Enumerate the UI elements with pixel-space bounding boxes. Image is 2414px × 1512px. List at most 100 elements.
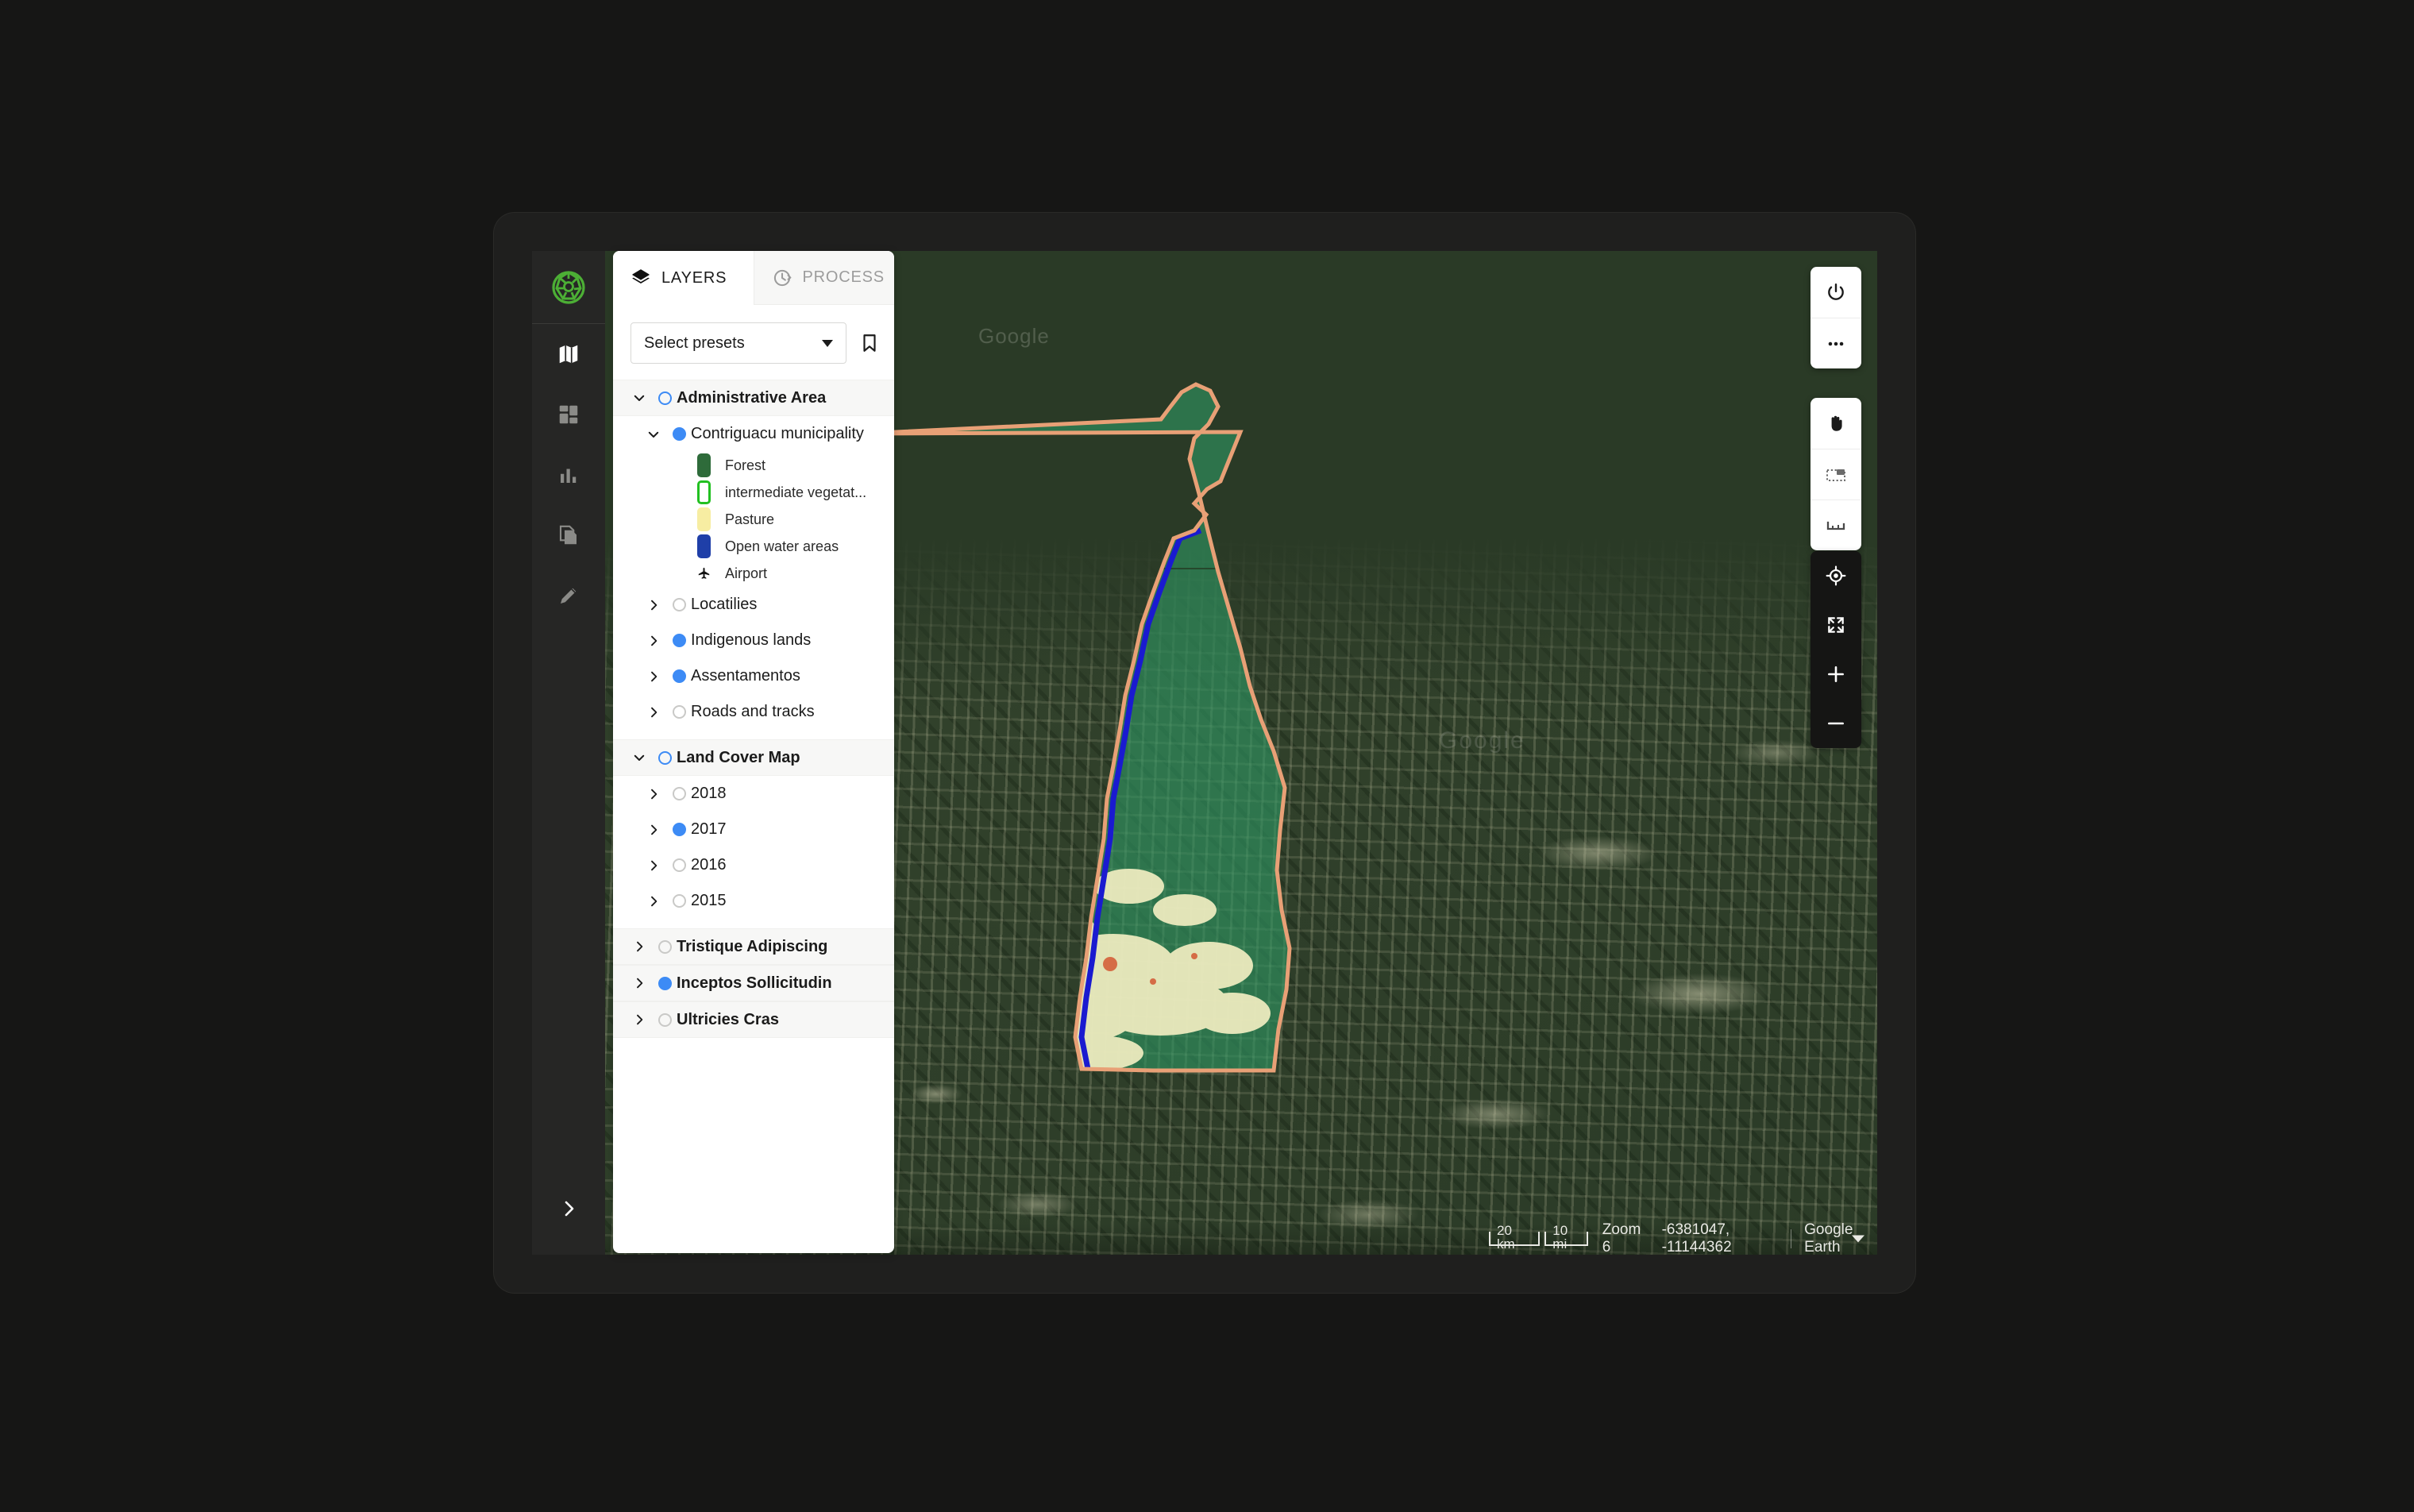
chevron-right-icon[interactable] — [640, 706, 667, 719]
more-options-button[interactable] — [1811, 318, 1861, 368]
layer-item-roads-and-tracks[interactable]: Roads and tracks — [613, 694, 894, 730]
presets-row: Select presets — [613, 305, 894, 380]
chevron-right-icon[interactable] — [640, 599, 667, 611]
chevron-right-icon[interactable] — [640, 824, 667, 836]
layer-group-label: Inceptos Sollicitudin — [677, 974, 832, 992]
locate-target-icon — [1826, 565, 1846, 586]
layer-visibility-toggle[interactable] — [667, 634, 691, 647]
layer-item-2018[interactable]: 2018 — [613, 776, 894, 812]
layer-tree: Administrative Area Contriguacu municipa… — [613, 380, 894, 1253]
presets-select[interactable]: Select presets — [630, 322, 846, 364]
layer-visibility-toggle[interactable] — [653, 939, 677, 954]
tab-layers[interactable]: LAYERS — [613, 251, 754, 305]
coordinates-label: -6381047, -11144362 — [1661, 1221, 1732, 1255]
chevron-right-icon[interactable] — [640, 670, 667, 683]
chevron-right-icon[interactable] — [640, 634, 667, 647]
layer-visibility-toggle[interactable] — [667, 858, 691, 872]
map-tools-primary — [1811, 267, 1861, 368]
rail-item-analytics[interactable] — [532, 445, 605, 505]
chevron-right-icon[interactable] — [626, 940, 653, 953]
documents-icon — [559, 525, 577, 545]
legend-item-intermediate-vegetation: intermediate vegetat... — [613, 479, 894, 506]
power-icon — [1828, 284, 1844, 300]
presets-value: Select presets — [644, 334, 745, 352]
layer-visibility-toggle[interactable] — [667, 894, 691, 908]
chevron-right-icon[interactable] — [640, 895, 667, 908]
layer-group-tristique-adipiscing[interactable]: Tristique Adipiscing — [613, 928, 894, 965]
layer-visibility-toggle[interactable] — [653, 1012, 677, 1027]
layer-group-label: Administrative Area — [677, 388, 827, 407]
scale-bar-mi: 10 mi — [1544, 1224, 1588, 1251]
layer-item-locatilies[interactable]: Locatilies — [613, 587, 894, 623]
layer-item-indigenous-lands[interactable]: Indigenous lands — [613, 623, 894, 658]
layer-visibility-toggle[interactable] — [667, 598, 691, 611]
layer-item-label: Contriguacu municipality — [691, 425, 864, 442]
chevron-right-icon[interactable] — [626, 977, 653, 989]
map-tools-draw — [1811, 398, 1861, 550]
legend-label: intermediate vegetat... — [725, 484, 867, 500]
fullscreen-button[interactable] — [1811, 600, 1861, 650]
layer-item-2017[interactable]: 2017 — [613, 812, 894, 847]
layer-group-label: Ultricies Cras — [677, 1010, 779, 1028]
layer-visibility-toggle[interactable] — [667, 427, 691, 441]
layer-item-2016[interactable]: 2016 — [613, 847, 894, 883]
power-button[interactable] — [1811, 267, 1861, 318]
rail-item-edit[interactable] — [532, 565, 605, 626]
layer-group-ultricies-cras[interactable]: Ultricies Cras — [613, 1001, 894, 1038]
select-box-icon — [1826, 469, 1845, 481]
left-icon-rail — [532, 251, 605, 1255]
layer-item-label: 2016 — [691, 856, 727, 874]
legend-item-forest: Forest — [613, 452, 894, 479]
rail-item-dashboard[interactable] — [532, 384, 605, 445]
layer-visibility-toggle[interactable] — [653, 391, 677, 405]
chevron-down-icon[interactable] — [626, 750, 653, 765]
layer-item-contriguacu-municipality[interactable]: Contriguacu municipality — [613, 416, 894, 452]
select-box-button[interactable] — [1811, 449, 1861, 499]
locate-button[interactable] — [1811, 551, 1861, 600]
map-provider-label: Google Earth — [1804, 1221, 1853, 1255]
rail-item-documents[interactable] — [532, 505, 605, 565]
rail-expand-button[interactable] — [532, 1185, 605, 1232]
chevron-down-icon[interactable] — [626, 391, 653, 405]
dashboard-icon — [559, 405, 578, 424]
layer-visibility-toggle[interactable] — [653, 976, 677, 990]
measure-tool-button[interactable] — [1811, 499, 1861, 550]
layer-item-label: 2018 — [691, 785, 727, 802]
zoom-out-button[interactable] — [1811, 699, 1861, 748]
layer-group-label: Land Cover Map — [677, 748, 800, 766]
chevron-down-icon — [822, 339, 833, 347]
layer-visibility-toggle[interactable] — [653, 750, 677, 765]
layer-item-2015[interactable]: 2015 — [613, 883, 894, 919]
layers-icon — [632, 269, 650, 284]
legend-swatch — [697, 534, 711, 558]
layer-item-label: Indigenous lands — [691, 631, 812, 649]
layer-visibility-toggle[interactable] — [667, 823, 691, 836]
layer-item-label: Locatilies — [691, 596, 758, 613]
layer-item-label: Roads and tracks — [691, 703, 815, 720]
layers-panel: LAYERS PROCESS Select presets Administra… — [613, 251, 894, 1253]
chevron-down-icon[interactable] — [640, 427, 667, 442]
map-tools-navigation — [1811, 551, 1861, 748]
caret-down-icon[interactable] — [1852, 1235, 1864, 1243]
layer-visibility-toggle[interactable] — [667, 705, 691, 719]
zoom-in-button[interactable] — [1811, 650, 1861, 699]
pan-tool-button[interactable] — [1811, 398, 1861, 449]
rail-item-map[interactable] — [532, 324, 605, 384]
layer-visibility-toggle[interactable] — [667, 669, 691, 683]
tab-process-label: PROCESS — [802, 268, 885, 286]
bar-chart-icon — [561, 469, 577, 483]
legend-swatch — [697, 480, 711, 504]
bookmark-button[interactable] — [859, 333, 880, 353]
layer-visibility-toggle[interactable] — [667, 787, 691, 800]
app-logo[interactable] — [532, 251, 605, 324]
chevron-right-icon[interactable] — [640, 788, 667, 800]
tab-process[interactable]: PROCESS — [753, 251, 894, 305]
layer-group-inceptos-sollicitudin[interactable]: Inceptos Sollicitudin — [613, 965, 894, 1001]
layer-group-land-cover-map[interactable]: Land Cover Map — [613, 739, 894, 776]
chevron-right-icon[interactable] — [626, 1013, 653, 1026]
legend-label: Forest — [725, 457, 766, 473]
chevron-right-icon[interactable] — [640, 859, 667, 872]
legend-item-pasture: Pasture — [613, 506, 894, 533]
layer-item-assentamentos[interactable]: Assentamentos — [613, 658, 894, 694]
layer-group-administrative-area[interactable]: Administrative Area — [613, 380, 894, 416]
